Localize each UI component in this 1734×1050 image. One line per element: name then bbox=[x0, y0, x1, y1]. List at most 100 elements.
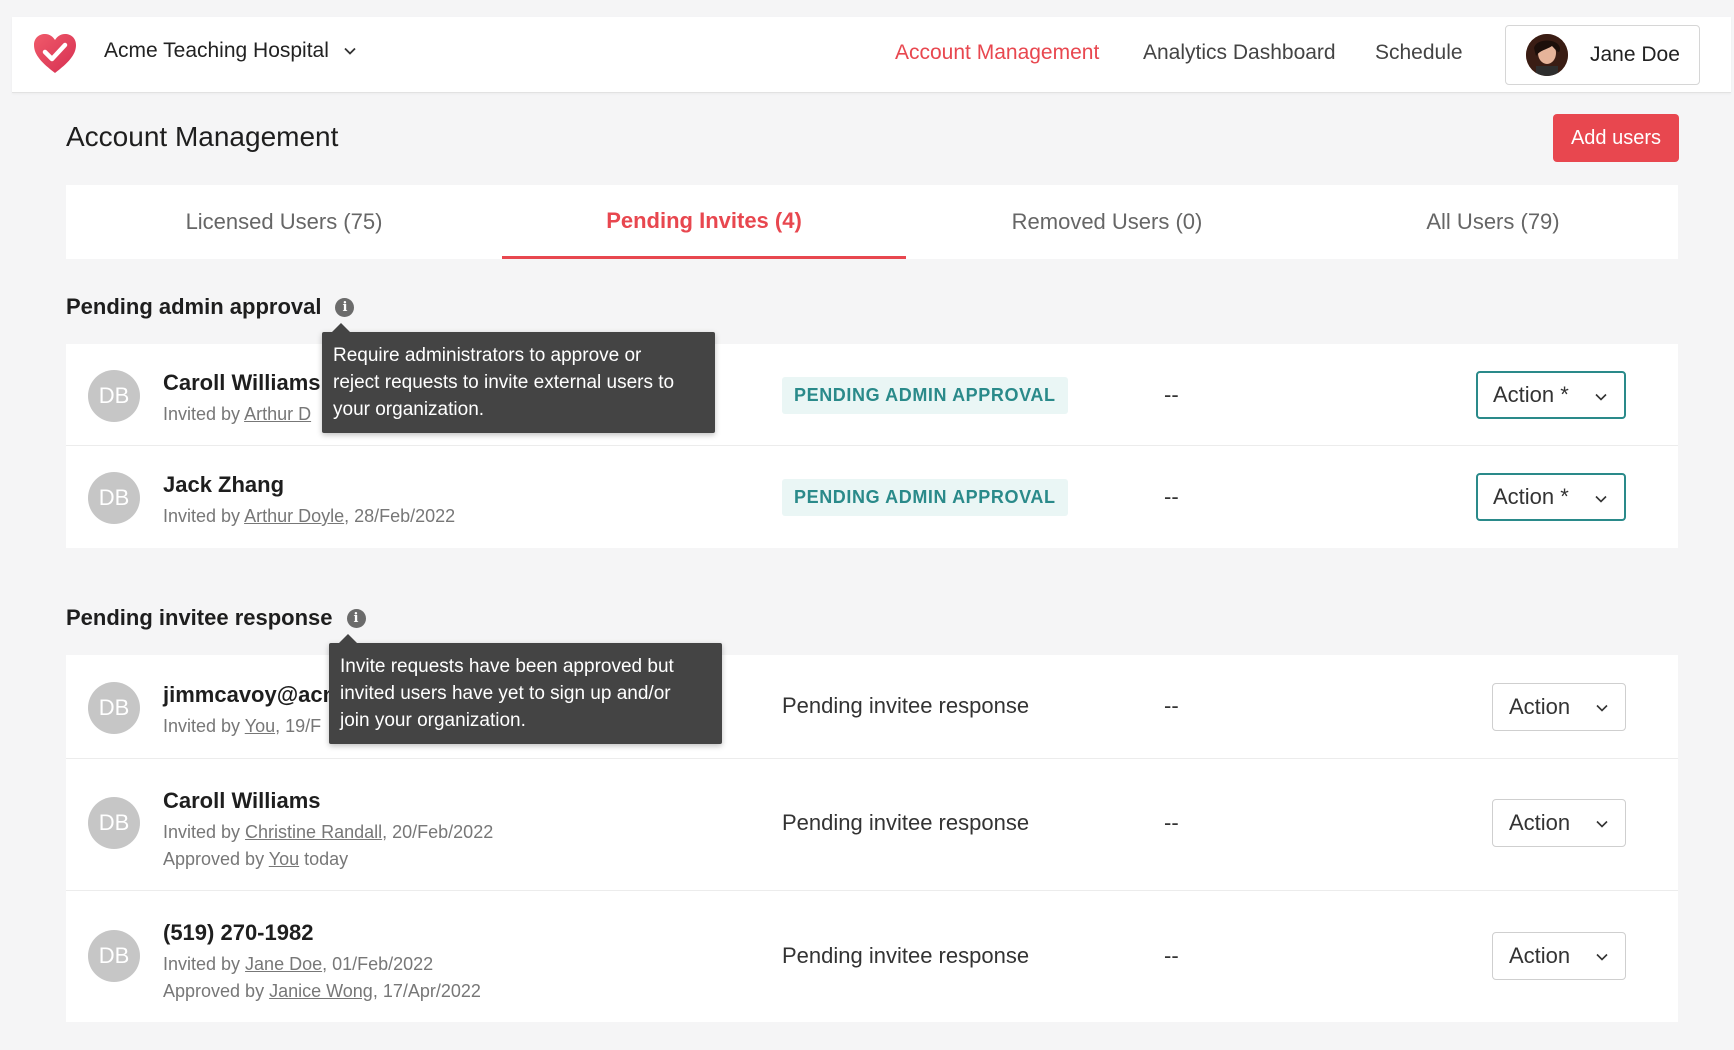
invited-date: , 01/Feb/2022 bbox=[322, 954, 434, 974]
tooltip-line: Invite requests have been approved but bbox=[340, 656, 674, 677]
table-row: DB Caroll Williams Invited by Arthur D P… bbox=[66, 344, 1678, 446]
empty-value: -- bbox=[1164, 382, 1179, 407]
approved-date: , 17/Apr/2022 bbox=[372, 981, 481, 1001]
user-name: Caroll Williams bbox=[163, 788, 321, 813]
approved-date: today bbox=[299, 849, 349, 869]
tooltip-line: join your organization. bbox=[340, 710, 526, 731]
section-title-invitee-response: Pending invitee response i bbox=[66, 605, 366, 631]
chevron-down-icon bbox=[344, 47, 356, 55]
user-name: (519) 270-1982 bbox=[163, 920, 314, 945]
action-label: Action * bbox=[1493, 484, 1569, 509]
admin-approval-tooltip: Require administrators to approve or rej… bbox=[322, 323, 715, 433]
admin-approval-list: DB Caroll Williams Invited by Arthur D P… bbox=[66, 344, 1678, 548]
table-row: DB Caroll Williams Invited by Christine … bbox=[66, 759, 1678, 891]
invited-by-link[interactable]: You bbox=[245, 716, 275, 736]
tab-pending-invites[interactable]: Pending Invites (4) bbox=[502, 185, 906, 259]
avatar: DB bbox=[88, 472, 140, 524]
add-users-button[interactable]: Add users bbox=[1553, 114, 1679, 162]
action-label: Action bbox=[1509, 943, 1571, 968]
section-title-text: Pending admin approval bbox=[66, 294, 322, 319]
action-label: Action * bbox=[1493, 382, 1569, 407]
status-text: Pending invitee response bbox=[782, 810, 1030, 835]
nav-account-management[interactable]: Account Management bbox=[895, 41, 1099, 65]
invited-by-link[interactable]: Arthur Doyle bbox=[244, 506, 344, 526]
invited-date: , 19/F bbox=[275, 716, 322, 736]
invited-by-text: Invited by Jane Doe, 01/Feb/2022 bbox=[163, 954, 433, 975]
action-label: Action bbox=[1509, 810, 1571, 835]
invited-by-text: Invited by Arthur Doyle, 28/Feb/2022 bbox=[163, 506, 455, 527]
action-dropdown[interactable]: Action bbox=[1492, 799, 1626, 847]
chevron-down-icon bbox=[1596, 953, 1608, 961]
approved-by-link[interactable]: You bbox=[269, 849, 299, 869]
avatar: DB bbox=[88, 682, 140, 734]
nav-analytics-dashboard[interactable]: Analytics Dashboard bbox=[1143, 41, 1336, 65]
approved-prefix: Approved by bbox=[163, 981, 270, 1001]
section-title-text: Pending invitee response bbox=[66, 605, 333, 630]
tab-bar: Licensed Users (75) Pending Invites (4) … bbox=[66, 185, 1678, 259]
empty-value: -- bbox=[1164, 810, 1179, 835]
org-switcher[interactable]: Acme Teaching Hospital bbox=[104, 39, 357, 63]
invited-prefix: Invited by bbox=[163, 506, 245, 526]
avatar: DB bbox=[88, 370, 140, 422]
heart-check-icon[interactable] bbox=[32, 31, 78, 77]
user-name: Jane Doe bbox=[1590, 43, 1680, 66]
avatar: DB bbox=[88, 797, 140, 849]
invited-date: , 28/Feb/2022 bbox=[344, 506, 456, 526]
empty-value: -- bbox=[1164, 693, 1179, 718]
tooltip-line: reject requests to invite external users… bbox=[333, 372, 675, 393]
action-dropdown[interactable]: Action bbox=[1492, 683, 1626, 731]
top-navigation-bar: Acme Teaching Hospital Account Managemen… bbox=[12, 17, 1731, 93]
invited-by-text: Invited by Arthur D bbox=[163, 404, 311, 425]
chevron-down-icon bbox=[1595, 495, 1607, 503]
approved-by-text: Approved by Janice Wong, 17/Apr/2022 bbox=[163, 981, 481, 1002]
tab-all-users[interactable]: All Users (79) bbox=[1308, 185, 1678, 259]
user-name: Caroll Williams bbox=[163, 370, 321, 395]
table-row: DB jimmcavoy@acn Invited by You, 19/F Pe… bbox=[66, 655, 1678, 759]
action-dropdown[interactable]: Action * bbox=[1476, 473, 1626, 521]
table-row: DB Jack Zhang Invited by Arthur Doyle, 2… bbox=[66, 446, 1678, 548]
action-label: Action bbox=[1509, 694, 1571, 719]
status-text: Pending invitee response bbox=[782, 943, 1030, 968]
invited-prefix: Invited by bbox=[163, 822, 246, 842]
user-menu-button[interactable]: Jane Doe bbox=[1505, 25, 1700, 85]
empty-value: -- bbox=[1164, 484, 1179, 509]
invited-prefix: Invited by bbox=[163, 716, 245, 736]
approved-by-link[interactable]: Janice Wong bbox=[269, 981, 373, 1001]
tooltip-line: Require administrators to approve or bbox=[333, 345, 642, 366]
tab-removed-users[interactable]: Removed Users (0) bbox=[906, 185, 1308, 259]
table-row: DB (519) 270-1982 Invited by Jane Doe, 0… bbox=[66, 891, 1678, 1022]
tooltip-line: your organization. bbox=[333, 399, 485, 420]
info-icon[interactable]: i bbox=[335, 297, 355, 317]
status-badge: PENDING ADMIN APPROVAL bbox=[782, 479, 1068, 516]
invited-date: , 20/Feb/2022 bbox=[382, 822, 494, 842]
org-name: Acme Teaching Hospital bbox=[104, 39, 329, 62]
avatar: DB bbox=[88, 930, 140, 982]
action-dropdown[interactable]: Action * bbox=[1476, 371, 1626, 419]
empty-value: -- bbox=[1164, 943, 1179, 968]
invited-by-link[interactable]: Christine Randall bbox=[245, 822, 382, 842]
invitee-response-list: DB jimmcavoy@acn Invited by You, 19/F Pe… bbox=[66, 655, 1678, 1022]
invited-by-link[interactable]: Arthur D bbox=[244, 404, 311, 424]
invitee-response-tooltip: Invite requests have been approved but i… bbox=[329, 634, 722, 744]
avatar bbox=[1526, 34, 1568, 76]
chevron-down-icon bbox=[1595, 393, 1607, 401]
action-dropdown[interactable]: Action bbox=[1492, 932, 1626, 980]
approved-by-text: Approved by You today bbox=[163, 849, 348, 870]
invited-by-link[interactable]: Jane Doe bbox=[245, 954, 322, 974]
section-title-admin-approval: Pending admin approval i bbox=[66, 294, 355, 320]
info-icon[interactable]: i bbox=[346, 608, 366, 628]
tooltip-line: invited users have yet to sign up and/or bbox=[340, 683, 671, 704]
user-name: Jack Zhang bbox=[163, 472, 285, 497]
tab-licensed-users[interactable]: Licensed Users (75) bbox=[66, 185, 502, 259]
status-badge: PENDING ADMIN APPROVAL bbox=[782, 377, 1068, 414]
status-text: Pending invitee response bbox=[782, 693, 1030, 718]
approved-prefix: Approved by bbox=[163, 849, 269, 869]
chevron-down-icon bbox=[1596, 704, 1608, 712]
chevron-down-icon bbox=[1596, 820, 1608, 828]
invited-prefix: Invited by bbox=[163, 954, 246, 974]
invited-by-text: Invited by You, 19/F bbox=[163, 716, 321, 737]
page-title: Account Management bbox=[66, 121, 339, 152]
nav-schedule[interactable]: Schedule bbox=[1375, 41, 1463, 65]
invited-by-text: Invited by Christine Randall, 20/Feb/202… bbox=[163, 822, 493, 843]
invited-prefix: Invited by bbox=[163, 404, 245, 424]
